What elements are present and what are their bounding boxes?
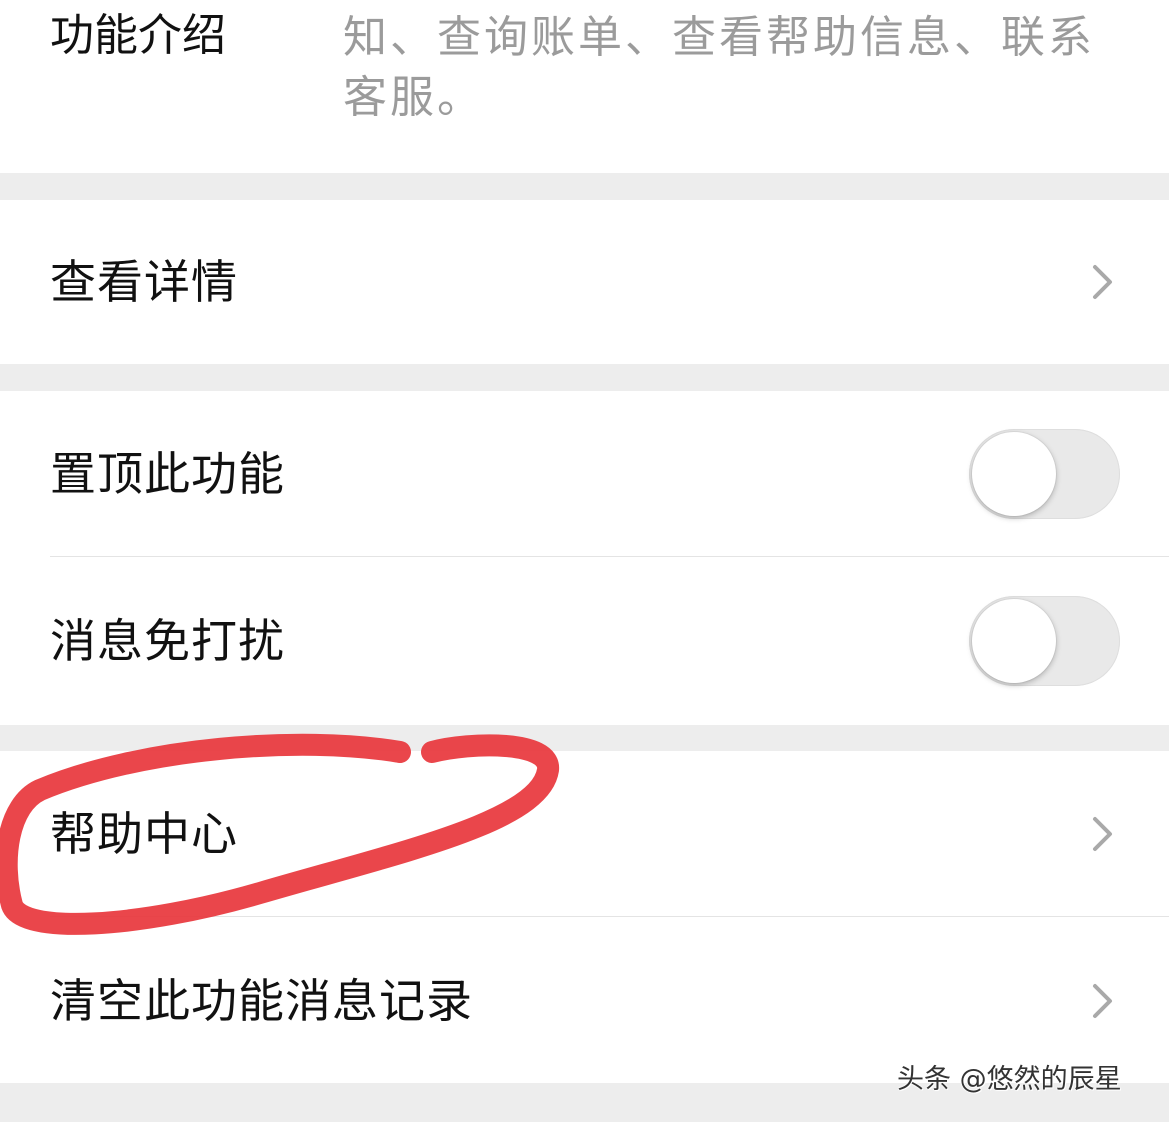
actions-section: 帮助中心 清空此功能消息记录 xyxy=(0,751,1169,1083)
row-divider xyxy=(50,916,1169,917)
clear-history-row[interactable]: 清空此功能消息记录 xyxy=(0,918,1169,1084)
mute-notifications-toggle[interactable] xyxy=(969,596,1120,686)
pin-feature-label: 置顶此功能 xyxy=(50,447,285,501)
pin-feature-toggle[interactable] xyxy=(969,429,1120,519)
feature-intro-label: 功能介绍 xyxy=(50,10,226,61)
toggle-knob xyxy=(972,599,1056,683)
help-center-label: 帮助中心 xyxy=(50,807,238,861)
feature-intro-section: 功能介绍 知、查询账单、查看帮助信息、联系客服。 xyxy=(0,0,1169,173)
mute-notifications-row: 消息免打扰 xyxy=(0,558,1169,724)
view-details-label: 查看详情 xyxy=(50,255,238,309)
pin-feature-row: 置顶此功能 xyxy=(0,391,1169,557)
row-divider xyxy=(50,556,1169,557)
mute-notifications-label: 消息免打扰 xyxy=(50,614,285,668)
chevron-right-icon xyxy=(1080,979,1124,1023)
clear-history-label: 清空此功能消息记录 xyxy=(50,974,473,1028)
toggle-settings-section: 置顶此功能 消息免打扰 xyxy=(0,391,1169,725)
help-center-row[interactable]: 帮助中心 xyxy=(0,751,1169,917)
details-section: 查看详情 xyxy=(0,200,1169,364)
chevron-right-icon xyxy=(1080,260,1124,304)
watermark-text: 头条 @悠然的辰星 xyxy=(897,1064,1122,1095)
toggle-knob xyxy=(972,432,1056,516)
feature-intro-description: 知、查询账单、查看帮助信息、联系客服。 xyxy=(343,12,1095,123)
chevron-right-icon xyxy=(1080,812,1124,856)
view-details-row[interactable]: 查看详情 xyxy=(0,199,1169,365)
